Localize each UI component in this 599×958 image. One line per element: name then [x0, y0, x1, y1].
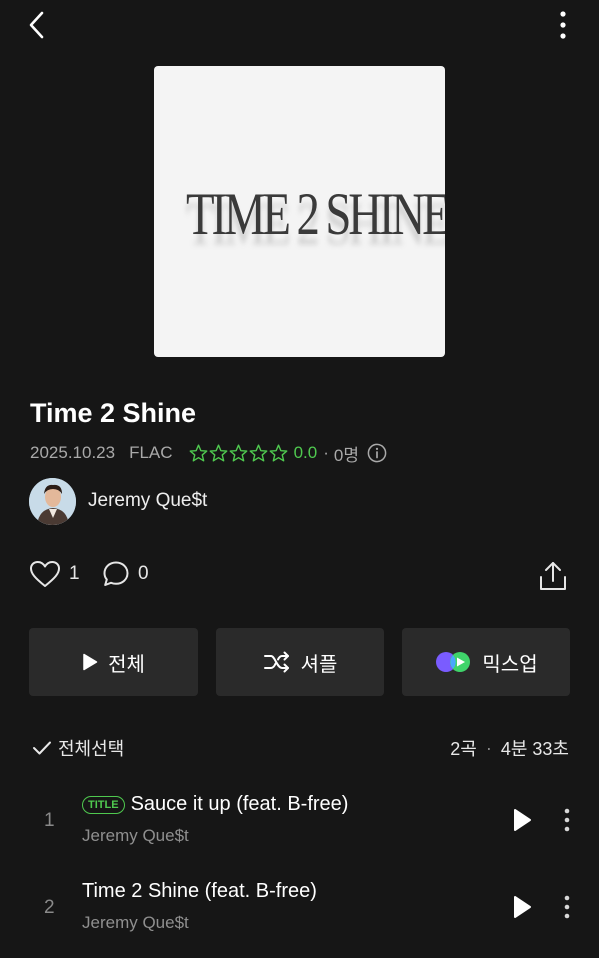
shuffle-icon [263, 651, 289, 673]
release-date: 2025.10.23 [30, 443, 116, 462]
more-options-button[interactable] [548, 8, 578, 42]
play-all-button[interactable]: 전체 [29, 628, 198, 696]
star-icon [189, 444, 207, 462]
comment-icon [103, 561, 129, 586]
share-icon [540, 562, 566, 590]
mixup-icon [436, 652, 471, 672]
back-button[interactable] [22, 8, 52, 42]
track-title: Sauce it up (feat. B-free) [130, 793, 349, 815]
album-cover-text: TIME 2 SHINE [186, 181, 445, 247]
album-cover: TIME 2 SHINE TIME 2 SHINE [154, 66, 445, 357]
track-title-row: Time 2 Shine (feat. B-free) [82, 880, 317, 903]
chevron-left-icon [29, 11, 44, 39]
track-number: 2 [44, 897, 55, 918]
more-vertical-icon [564, 895, 570, 919]
like-button[interactable]: 1 [29, 560, 80, 588]
tracklist-summary: 2곡 · 4분 33초 [450, 735, 569, 761]
summary-separator: · [485, 737, 492, 758]
track-count: 2곡 [450, 739, 477, 759]
star-icon [249, 444, 267, 462]
track-title-row: TITLE Sauce it up (feat. B-free) [82, 793, 348, 816]
album-meta: 2025.10.23 FLAC 0.0 · 0명 [30, 441, 387, 465]
track-artist[interactable]: Jeremy Que$t [82, 913, 189, 933]
total-duration: 4분 33초 [500, 739, 569, 759]
album-title: Time 2 Shine [30, 398, 197, 428]
track-more-button[interactable] [558, 894, 576, 920]
rating-value: 0.0 [293, 443, 318, 462]
select-all-label: 전체선택 [58, 739, 125, 759]
track-row[interactable]: 1 TITLE Sauce it up (feat. B-free) Jerem… [0, 780, 599, 860]
audio-format: FLAC [129, 443, 173, 462]
artist-avatar[interactable] [29, 478, 76, 525]
meta-separator: · [323, 443, 329, 462]
star-icon [269, 444, 287, 462]
comment-button[interactable]: 0 [102, 560, 149, 588]
comment-count: 0 [138, 563, 149, 584]
shuffle-label: 셔플 [300, 653, 338, 676]
track-title: Time 2 Shine (feat. B-free) [82, 880, 317, 902]
mixup-button[interactable]: 믹스업 [402, 628, 570, 696]
play-icon [83, 653, 98, 671]
play-icon [514, 809, 531, 831]
play-icon [514, 896, 531, 918]
track-play-button[interactable] [510, 807, 534, 833]
star-icon [209, 444, 227, 462]
track-more-button[interactable] [558, 807, 576, 833]
mixup-label: 믹스업 [482, 653, 538, 676]
check-icon [33, 741, 51, 755]
rating-stars[interactable] [189, 444, 288, 462]
share-button[interactable] [538, 560, 568, 592]
shuffle-button[interactable]: 셔플 [216, 628, 384, 696]
title-badge: TITLE [82, 795, 125, 814]
like-count: 1 [69, 563, 80, 584]
track-row[interactable]: 2 Time 2 Shine (feat. B-free) Jeremy Que… [0, 867, 599, 947]
rater-count: 0명 [333, 445, 359, 465]
heart-icon [30, 561, 60, 587]
track-artist[interactable]: Jeremy Que$t [82, 826, 189, 846]
track-number: 1 [44, 810, 55, 831]
star-icon [229, 444, 247, 462]
artist-name[interactable]: Jeremy Que$t [88, 490, 207, 512]
select-all-button[interactable]: 전체선택 [32, 735, 124, 761]
track-play-button[interactable] [510, 894, 534, 920]
more-vertical-icon [560, 11, 566, 39]
more-vertical-icon [564, 808, 570, 832]
info-icon[interactable] [367, 443, 387, 463]
play-all-label: 전체 [108, 653, 145, 676]
